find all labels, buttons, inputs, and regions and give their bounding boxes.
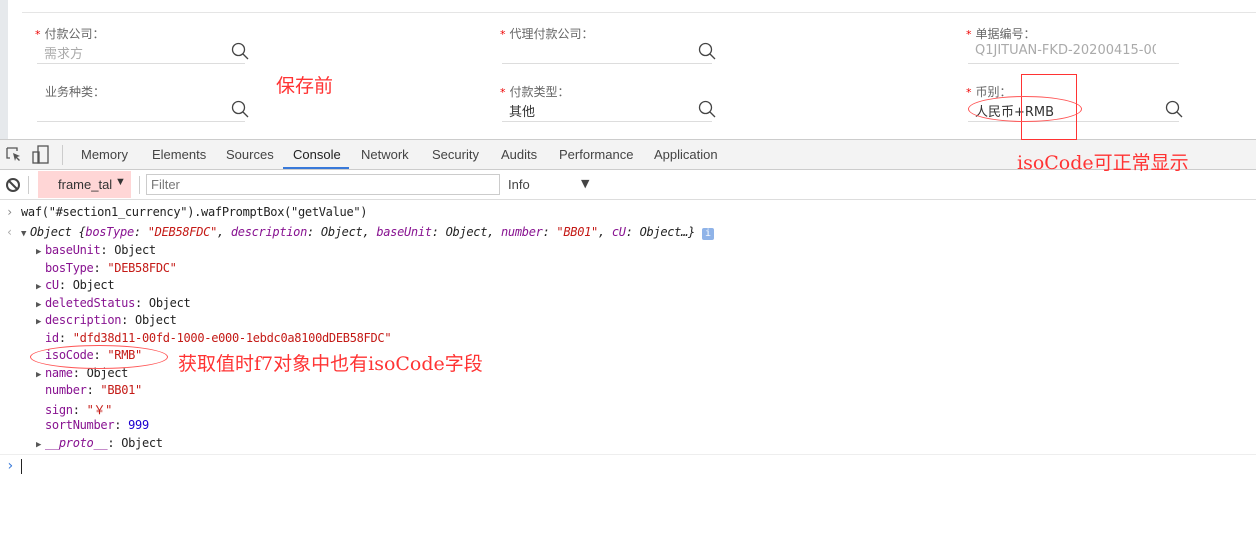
field-underline (968, 63, 1179, 64)
tab-application[interactable]: Application (654, 147, 718, 162)
field-underline (37, 63, 245, 64)
field-label: * 付款公司： (35, 27, 105, 41)
triangle-right-icon[interactable]: ▶ (36, 440, 45, 450)
tab-network[interactable]: Network (361, 147, 409, 162)
device-toggle-icon[interactable] (32, 145, 50, 165)
object-property[interactable]: ▶ description: Object (36, 313, 177, 327)
inspect-icon[interactable] (5, 146, 23, 164)
divider (0, 454, 1256, 455)
search-icon[interactable] (698, 100, 716, 118)
chevron-down-icon[interactable]: ▼ (581, 177, 589, 190)
tab-sources[interactable]: Sources (226, 147, 274, 162)
object-property[interactable]: ▶ deletedStatus: Object (36, 296, 191, 310)
search-icon[interactable] (1165, 100, 1183, 118)
tab-audits[interactable]: Audits (501, 147, 537, 162)
field-underline (502, 63, 712, 64)
field-underline (37, 121, 245, 122)
field-input[interactable]: 需求方 (44, 43, 222, 62)
object-property[interactable]: ▶ __proto__: Object (36, 436, 163, 450)
object-property: sign: "￥" (45, 402, 113, 417)
tab-elements[interactable]: Elements (152, 147, 206, 162)
search-icon[interactable] (231, 100, 249, 118)
tab-performance[interactable]: Performance (559, 147, 633, 162)
divider (22, 12, 1256, 13)
triangle-right-icon[interactable]: ▶ (36, 300, 45, 310)
separator (139, 176, 140, 194)
level-select[interactable]: Info (508, 177, 530, 192)
info-icon[interactable]: i (701, 228, 714, 240)
required-icon: * (966, 28, 972, 41)
field-label: * 付款类型： (500, 85, 570, 99)
object-property[interactable]: ▶ baseUnit: Object (36, 243, 156, 257)
field-label: * 单据编号： (966, 27, 1036, 41)
separator (28, 176, 29, 194)
object-property[interactable]: ▶ cU: Object (36, 278, 115, 292)
left-strip (0, 0, 8, 140)
field-underline (502, 121, 712, 122)
annotation-iso-field: 获取值时f7对象中也有isoCode字段 (178, 353, 483, 375)
tab-console[interactable]: Console (293, 147, 341, 162)
object-summary[interactable]: ▼ Object {bosType: "DEB58FDC", descriptio… (21, 225, 714, 240)
active-tab-indicator (283, 167, 349, 169)
object-property: bosType: "DEB58FDC" (45, 260, 177, 275)
console-command: waf("#section1_currency").wafPromptBox("… (21, 205, 368, 219)
object-property: sortNumber: 999 (45, 418, 149, 432)
separator (62, 145, 63, 165)
search-icon[interactable] (231, 42, 249, 60)
annotation-ellipse (30, 345, 168, 369)
field-label: * 代理付款公司： (500, 27, 594, 41)
filter-input[interactable]: Filter (146, 174, 500, 195)
required-icon: * (35, 28, 41, 41)
object-property: id: "dfd38d11-00fd-1000-e000-1ebdc0a8100… (45, 330, 392, 345)
context-selector[interactable]: frame_tal ▼ (38, 171, 131, 198)
triangle-right-icon[interactable]: ▶ (36, 370, 45, 380)
prompt-icon: › (6, 458, 15, 474)
console-input[interactable] (21, 459, 22, 474)
annotation-before-save: 保存前 (276, 75, 334, 97)
triangle-right-icon[interactable]: ▶ (36, 247, 45, 257)
object-property: number: "BB01" (45, 383, 142, 397)
chevron-down-icon: ▼ (115, 176, 126, 188)
field-input[interactable]: 其他 (509, 101, 689, 120)
result-icon: ‹ (6, 225, 13, 239)
search-icon[interactable] (698, 42, 716, 60)
tab-memory[interactable]: Memory (81, 147, 128, 162)
required-icon: * (500, 86, 506, 99)
clear-console-icon[interactable] (5, 177, 21, 193)
prompt-icon: › (6, 205, 13, 219)
triangle-right-icon[interactable]: ▶ (36, 317, 45, 327)
field-input[interactable]: Q1JITUAN-FKD-20200415-000 (975, 43, 1156, 58)
tab-security[interactable]: Security (432, 147, 479, 162)
triangle-down-icon: ▼ (21, 229, 27, 239)
required-icon: * (500, 28, 506, 41)
triangle-right-icon[interactable]: ▶ (36, 282, 45, 292)
field-label: 业务种类： (45, 85, 106, 99)
required-icon: * (966, 86, 972, 99)
annotation-ellipse (968, 96, 1082, 122)
context-label: frame_tal (58, 177, 113, 192)
